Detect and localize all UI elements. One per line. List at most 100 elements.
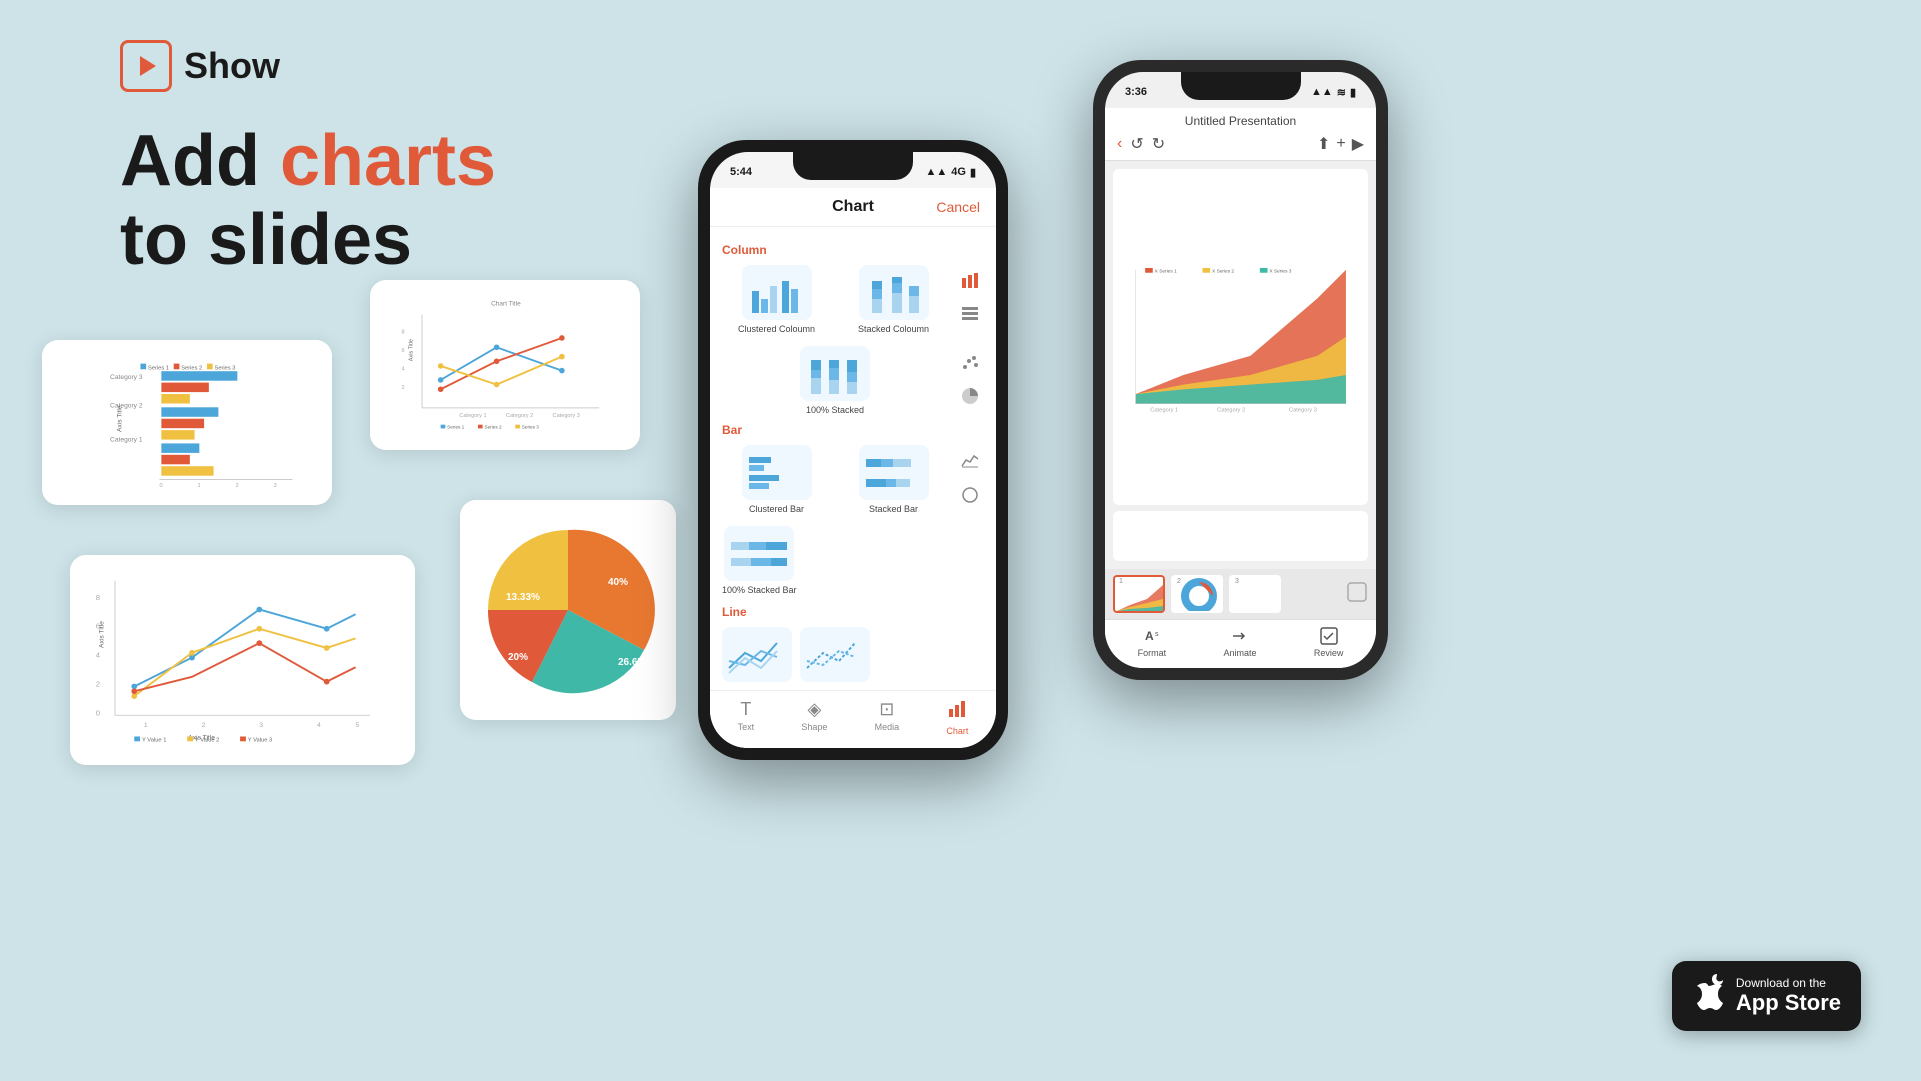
- toolbar-text[interactable]: T Text: [738, 699, 755, 736]
- app-title-bar: Untitled Presentation: [1117, 114, 1364, 128]
- sidebar-icons-3: [956, 445, 984, 514]
- toolbar-right: ⬆ + ▶: [1317, 134, 1364, 154]
- svg-text:Category 2: Category 2: [506, 413, 533, 419]
- svg-text:2: 2: [96, 679, 100, 688]
- slide-thumbnails: 1 2 3: [1105, 569, 1376, 619]
- thumb-num-1: 1: [1117, 578, 1125, 585]
- line-chart-svg-2: 8 6 4 2 0 1 2 3 4 5 Axis Title Axis Titl…: [86, 571, 399, 749]
- slide-thumb-3[interactable]: 3: [1229, 575, 1281, 613]
- chart-item-100-stacked-bar[interactable]: 100% Stacked Bar: [722, 526, 797, 595]
- svg-text:13.33%: 13.33%: [506, 592, 540, 603]
- circle-icon[interactable]: [958, 483, 982, 507]
- chart-item-line2[interactable]: [800, 627, 870, 682]
- appstore-top-line: Download on the: [1736, 976, 1841, 990]
- chart-picker-header: Chart Cancel: [710, 188, 996, 227]
- status-right-right: ▲▲ ≋ ▮: [1311, 86, 1356, 99]
- chart-item-stacked-column[interactable]: Stacked Coloumn: [839, 265, 948, 334]
- svg-text:20%: 20%: [508, 652, 528, 663]
- slide-canvas[interactable]: Category 1 Category 2 Category 3 X Serie…: [1113, 169, 1368, 505]
- logo-icon: [120, 40, 172, 92]
- play-button[interactable]: ▶: [1352, 134, 1364, 154]
- sidebar-icons-2: [956, 346, 984, 415]
- thumb-100-stacked-bar: [724, 526, 794, 581]
- tab-animate-label: Animate: [1223, 648, 1256, 658]
- svg-text:Axis Title: Axis Title: [116, 405, 123, 432]
- headline-part1: Add: [120, 121, 280, 201]
- toolbar-media[interactable]: ⊡ Media: [875, 699, 900, 736]
- svg-text:Category 3: Category 3: [553, 413, 580, 419]
- svg-text:3: 3: [273, 483, 276, 489]
- thumb-clustered-column: [742, 265, 812, 320]
- tab-review[interactable]: Review: [1314, 626, 1344, 658]
- tab-format[interactable]: A s Format: [1138, 626, 1167, 658]
- slide-area-chart: Category 1 Category 2 Category 3 X Serie…: [1126, 194, 1356, 480]
- svg-text:Chart Title: Chart Title: [491, 300, 521, 307]
- toolbar-media-label: Media: [875, 722, 900, 732]
- thumb-100-stacked: [800, 346, 870, 401]
- label-stacked-bar: Stacked Bar: [869, 504, 918, 514]
- status-time-left: 5:44: [730, 166, 752, 178]
- appstore-text: Download on the App Store: [1736, 976, 1841, 1016]
- slide-notes[interactable]: [1113, 511, 1368, 561]
- back-button[interactable]: ‹: [1117, 135, 1122, 153]
- tab-review-label: Review: [1314, 648, 1344, 658]
- toolbar-shape[interactable]: ◈ Shape: [801, 699, 827, 736]
- phone-toolbar: T Text ◈ Shape ⊡ Media: [710, 690, 996, 748]
- svg-text:Y Value 3: Y Value 3: [248, 737, 272, 743]
- bar-chart-icon[interactable]: [958, 269, 982, 293]
- redo-button[interactable]: ↻: [1152, 134, 1165, 154]
- phone-right: 3:36 ▲▲ ≋ ▮ Untitled Presentation ‹ ↺ ↻: [1093, 60, 1388, 680]
- svg-text:1: 1: [197, 483, 200, 489]
- slide-thumb-1[interactable]: 1: [1113, 575, 1165, 613]
- slide-thumb-2[interactable]: 2: [1171, 575, 1223, 613]
- logo-text: Show: [184, 45, 280, 87]
- column-grid: Clustered Coloumn: [722, 265, 984, 334]
- thumb-stacked-bar: [859, 445, 929, 500]
- svg-text:2: 2: [235, 483, 238, 489]
- chart-item-stacked-bar[interactable]: Stacked Bar: [839, 445, 948, 514]
- svg-text:Y Value 2: Y Value 2: [195, 737, 219, 743]
- svg-text:5: 5: [356, 722, 360, 729]
- sidebar-icons: [956, 265, 984, 334]
- svg-text:Axis Title: Axis Title: [98, 621, 105, 648]
- svg-text:Category 2: Category 2: [110, 402, 143, 409]
- chart-item-100-stacked[interactable]: 100% Stacked: [722, 346, 948, 415]
- share-button[interactable]: ⬆: [1317, 134, 1330, 154]
- undo-button[interactable]: ↺: [1130, 134, 1143, 154]
- svg-text:Category 1: Category 1: [1150, 408, 1178, 414]
- bar-chart-card: Category 3 Category 2 Category 1 0 1 2 3…: [42, 340, 332, 505]
- svg-text:1: 1: [144, 722, 148, 729]
- appstore-badge[interactable]: Download on the App Store: [1672, 961, 1861, 1031]
- stacked-chart-icon[interactable]: [958, 303, 982, 327]
- pie-icon[interactable]: [958, 384, 982, 408]
- slide-main: Category 1 Category 2 Category 3 X Serie…: [1105, 161, 1376, 569]
- app-header: Untitled Presentation ‹ ↺ ↻ ⬆ + ▶: [1105, 108, 1376, 161]
- chart-item-clustered-bar[interactable]: Clustered Bar: [722, 445, 831, 514]
- label-clustered-column: Clustered Coloumn: [738, 324, 815, 334]
- chart-picker-cancel[interactable]: Cancel: [936, 199, 980, 215]
- area-icon[interactable]: [958, 449, 982, 473]
- svg-text:6: 6: [402, 348, 405, 354]
- tab-animate[interactable]: Animate: [1223, 626, 1256, 658]
- thumb-num-3: 3: [1233, 578, 1241, 585]
- thumb-add-btn[interactable]: [1346, 581, 1368, 608]
- section-line: Line: [722, 605, 984, 619]
- appstore-bottom-line: App Store: [1736, 990, 1841, 1016]
- right-tab-bar: A s Format Animate: [1105, 619, 1376, 668]
- chart-picker-body[interactable]: Column: [710, 227, 996, 690]
- svg-text:X Series 3: X Series 3: [1269, 269, 1291, 275]
- toolbar-chart[interactable]: Chart: [946, 699, 968, 736]
- thumb-stacked-column: [859, 265, 929, 320]
- svg-text:3: 3: [259, 722, 263, 729]
- apple-icon: [1692, 973, 1724, 1019]
- phone-screen-right: 3:36 ▲▲ ≋ ▮ Untitled Presentation ‹ ↺ ↻: [1105, 72, 1376, 668]
- toolbar-text-label: Text: [738, 722, 755, 732]
- add-button[interactable]: +: [1336, 135, 1345, 153]
- svg-text:8: 8: [96, 593, 100, 602]
- toolbar-chart-label: Chart: [946, 726, 968, 736]
- chart-item-line1[interactable]: [722, 627, 792, 682]
- chart-item-clustered-column[interactable]: Clustered Coloumn: [722, 265, 831, 334]
- svg-text:26.67%: 26.67%: [618, 657, 652, 668]
- line-grid: [722, 627, 984, 682]
- scatter-icon[interactable]: [958, 350, 982, 374]
